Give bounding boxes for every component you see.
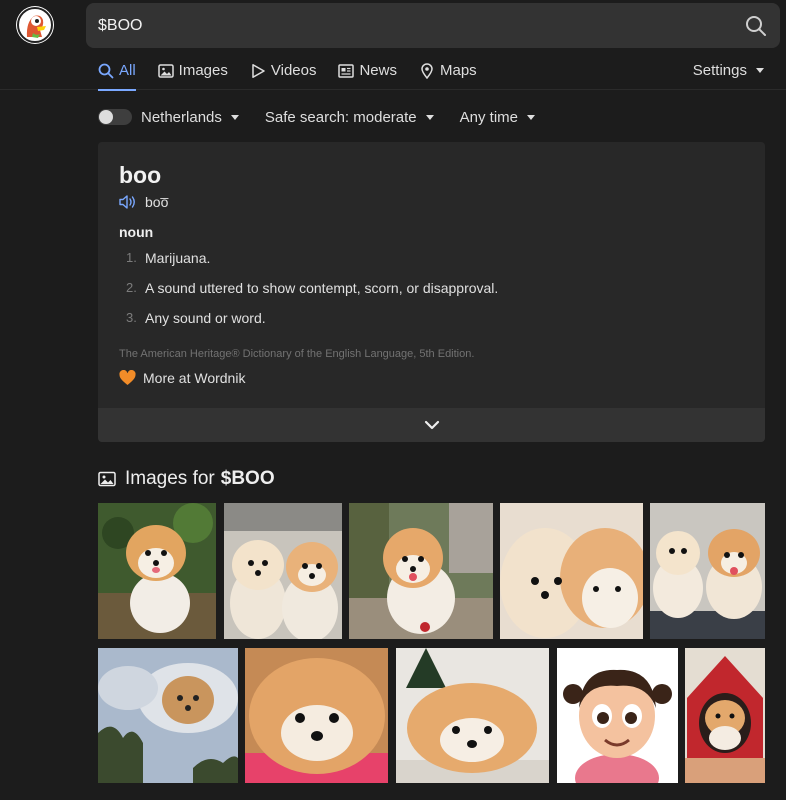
image-thumbnail-two-pomeranians-couch[interactable] <box>650 503 765 639</box>
more-link-label: More at Wordnik <box>143 370 246 386</box>
safe-search-label: Safe search: moderate <box>264 108 417 126</box>
safe-search-filter[interactable]: Safe search: moderate <box>265 109 434 126</box>
images-section-heading[interactable]: Images for $BOO <box>98 468 275 490</box>
search-icon[interactable] <box>744 14 768 38</box>
heart-icon <box>119 370 136 385</box>
definition-text: Any sound or word. <box>145 310 266 326</box>
tab-videos[interactable]: Videos <box>250 58 317 90</box>
pronunciation: boo̅ <box>119 194 168 210</box>
region-label: Netherlands <box>141 108 222 126</box>
definition-word: boo <box>119 162 162 188</box>
definition-item: 1. Marijuana. <box>126 249 498 279</box>
definition-list: 1. Marijuana. 2. A sound uttered to show c… <box>126 249 498 339</box>
tab-all[interactable]: All <box>98 58 136 91</box>
caret-down-icon <box>230 114 239 120</box>
image-thumbnail-pomeranian-puppy-on-grass[interactable] <box>98 503 216 639</box>
tab-label: Videos <box>270 62 317 79</box>
definition-item: 3. Any sound or word. <box>126 309 498 339</box>
caret-down-icon <box>756 68 764 73</box>
definition-number: 2. <box>126 280 137 295</box>
map-pin-icon <box>421 63 433 79</box>
search-tabs: All Images Videos News Maps <box>98 58 499 91</box>
image-icon <box>157 64 174 78</box>
image-icon <box>98 471 116 487</box>
duckduckgo-logo[interactable] <box>16 6 54 44</box>
tab-label: All <box>119 62 136 79</box>
caret-down-icon <box>527 114 536 120</box>
settings-label: Settings <box>692 62 747 79</box>
tab-label: Maps <box>439 62 477 79</box>
region-toggle[interactable] <box>98 109 132 125</box>
toggle-knob <box>99 110 113 124</box>
tab-label: News <box>359 62 397 79</box>
image-thumbnail-cartoon-girl-with-pigtails[interactable] <box>557 648 678 783</box>
more-at-wordnik-link[interactable]: More at Wordnik <box>119 370 245 386</box>
definition-number: 1. <box>126 250 137 265</box>
region-filter[interactable]: Netherlands <box>141 109 239 126</box>
image-thumbnail-pomeranian-lying-down[interactable] <box>396 648 549 783</box>
definition-text: A sound uttered to show contempt, scorn,… <box>145 280 499 296</box>
pronunciation-text: boo̅ <box>145 194 169 210</box>
image-thumbnail-pomeranian-in-red-house[interactable] <box>685 648 765 783</box>
search-filters: Netherlands Safe search: moderate Any ti… <box>98 104 561 130</box>
expand-button[interactable] <box>98 408 765 442</box>
newspaper-icon <box>338 64 355 78</box>
image-thumbnail-pomeranian-lying-on-blanket[interactable] <box>245 648 388 783</box>
definition-source: The American Heritage® Dictionary of the… <box>119 348 475 360</box>
chevron-down-icon <box>424 420 439 430</box>
image-thumbnail-pomeranian-on-path[interactable] <box>349 503 493 639</box>
search-box <box>86 3 780 48</box>
time-filter[interactable]: Any time <box>459 108 536 126</box>
tab-images[interactable]: Images <box>157 58 228 90</box>
images-heading-prefix: Images for <box>125 468 215 489</box>
tab-news[interactable]: News <box>338 58 397 90</box>
search-input[interactable] <box>98 3 718 48</box>
tab-label: Images <box>178 62 228 79</box>
search-icon <box>98 63 114 79</box>
definition-number: 3. <box>126 310 137 325</box>
definition-card: boo boo̅ noun 1. Marijuana. 2. A sound utt… <box>98 142 765 442</box>
image-thumbnail-two-pomeranians[interactable] <box>224 503 342 639</box>
definition-item: 2. A sound uttered to show contempt, scor… <box>126 279 498 309</box>
header: All Images Videos News Maps Settings <box>0 0 786 91</box>
speaker-icon[interactable] <box>119 194 137 210</box>
tab-maps[interactable]: Maps <box>419 58 477 90</box>
image-thumbnail-dog-face-in-clouds[interactable] <box>98 648 238 783</box>
part-of-speech: noun <box>119 224 154 240</box>
images-heading-query: $BOO <box>220 468 275 489</box>
time-label: Any time <box>459 108 519 126</box>
settings-dropdown[interactable]: Settings <box>693 62 764 79</box>
image-thumbnail-pomeranians-close-up[interactable] <box>500 503 643 639</box>
definition-text: Marijuana. <box>145 250 211 266</box>
caret-down-icon <box>425 114 434 120</box>
play-icon <box>252 64 265 78</box>
